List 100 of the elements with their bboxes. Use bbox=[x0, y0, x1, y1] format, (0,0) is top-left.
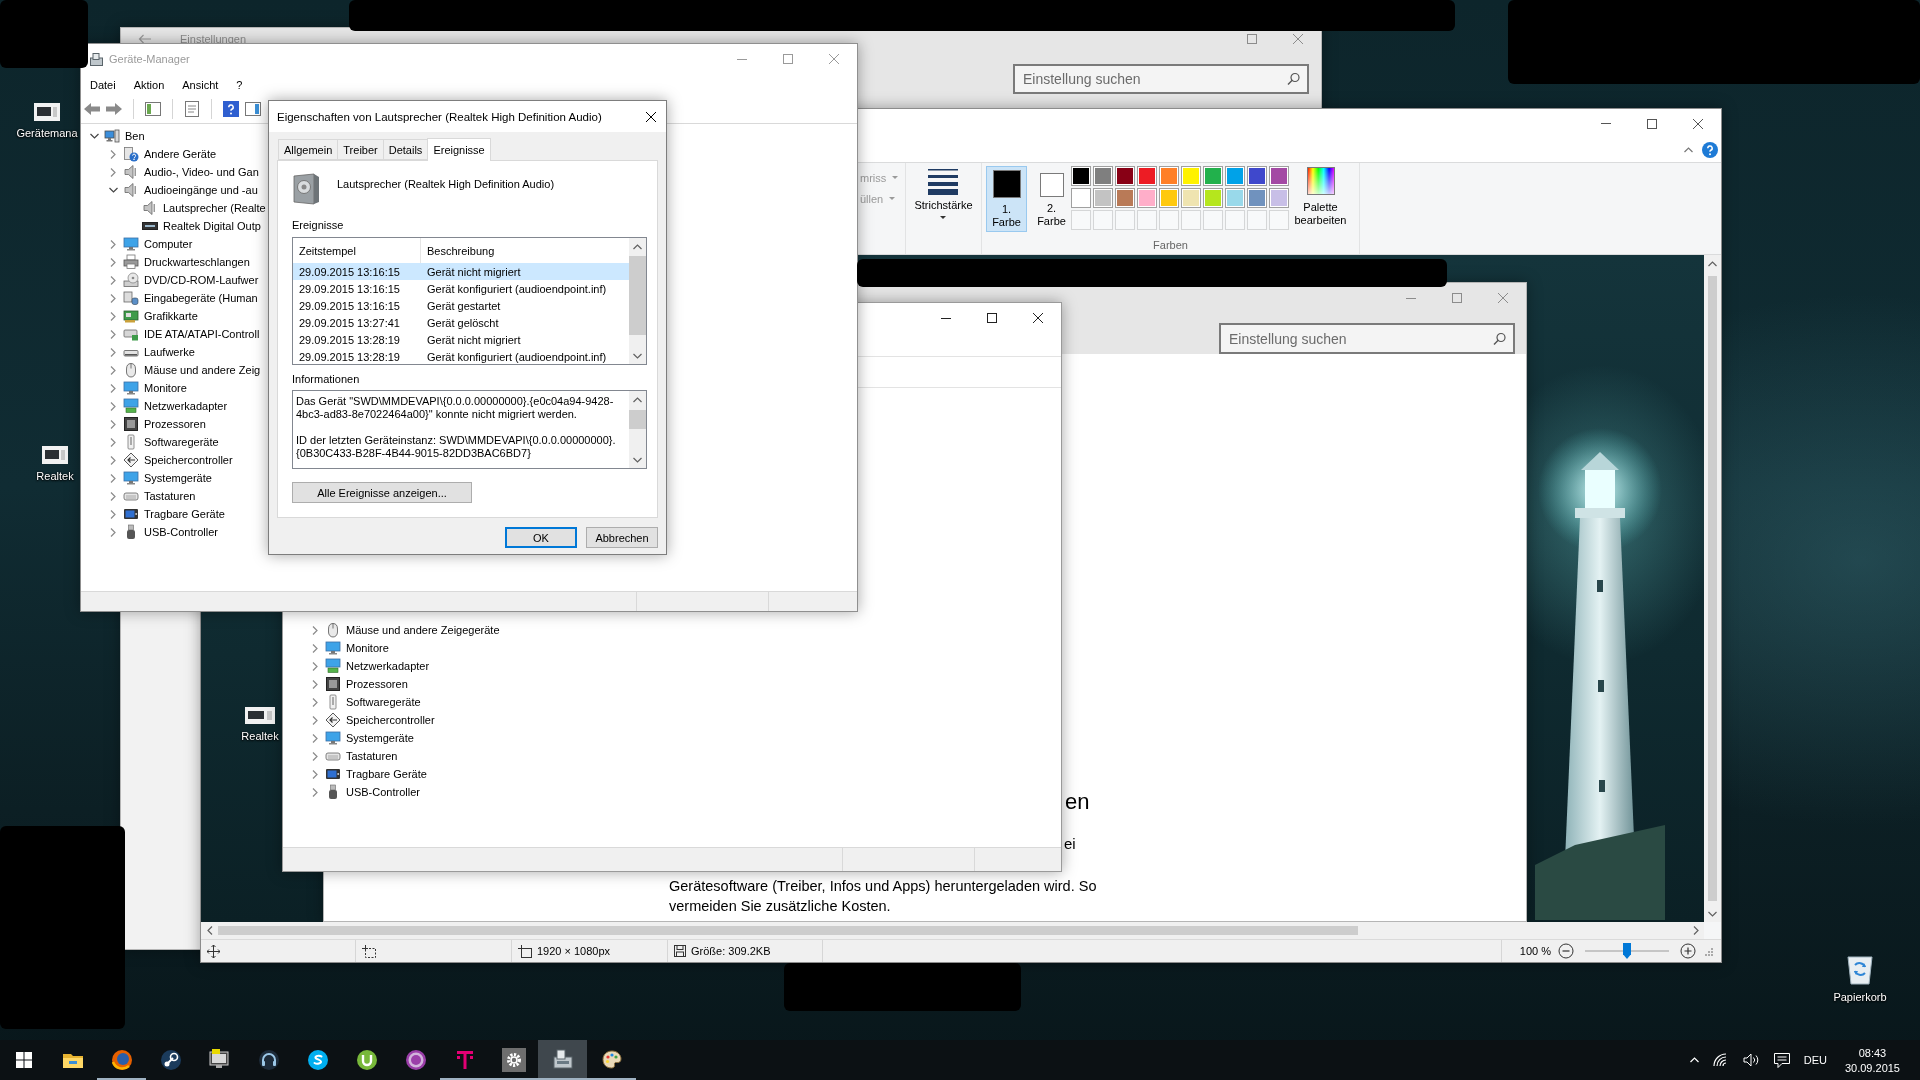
empty-color-slot[interactable] bbox=[1137, 210, 1157, 230]
tree-item[interactable]: Prozessoren bbox=[346, 678, 408, 690]
color-swatch-icon[interactable] bbox=[1137, 188, 1157, 208]
column-header[interactable]: Beschreibung bbox=[421, 238, 629, 263]
color-swatch-icon[interactable] bbox=[1247, 166, 1267, 186]
chevron-up-icon[interactable] bbox=[633, 396, 642, 403]
color-slot-button[interactable]: 1. Farbe bbox=[986, 166, 1027, 232]
color-swatch-icon[interactable] bbox=[1115, 166, 1135, 186]
tree-item[interactable]: Lautsprecher (Realte bbox=[163, 202, 266, 214]
zoom-out-icon[interactable] bbox=[1558, 943, 1574, 959]
menu-item[interactable]: ? bbox=[227, 74, 252, 95]
table-cell[interactable]: 29.09.2015 13:28:19 bbox=[293, 331, 421, 348]
table-cell[interactable]: 29.09.2015 13:16:15 bbox=[293, 297, 421, 314]
color-swatch-icon[interactable] bbox=[1137, 166, 1157, 186]
chevron-right-icon[interactable] bbox=[110, 257, 116, 267]
tree-item[interactable]: Softwaregeräte bbox=[144, 436, 219, 448]
tree-item[interactable]: Computer bbox=[144, 238, 193, 250]
table-cell[interactable]: Gerät gelöscht bbox=[421, 314, 629, 331]
chevron-right-icon[interactable] bbox=[312, 733, 318, 743]
color-swatch-icon[interactable] bbox=[1225, 188, 1245, 208]
tree-item[interactable]: Tastaturen bbox=[144, 490, 196, 502]
chevron-right-icon[interactable] bbox=[110, 401, 116, 411]
chevron-right-icon[interactable] bbox=[110, 149, 116, 159]
search-icon[interactable] bbox=[1287, 72, 1300, 86]
tree-item[interactable]: Netzwerkadapter bbox=[346, 660, 430, 672]
chevron-right-icon[interactable] bbox=[110, 275, 116, 285]
chevron-right-icon[interactable] bbox=[110, 473, 116, 483]
scrollbar-thumb[interactable] bbox=[629, 410, 646, 429]
tree-item[interactable]: Audio-, Video- und Gan bbox=[144, 166, 259, 178]
color-swatch-icon[interactable] bbox=[1247, 188, 1267, 208]
table-cell[interactable]: Gerät gestartet bbox=[421, 297, 629, 314]
input-language-button[interactable]: DEU bbox=[1801, 1040, 1829, 1080]
empty-color-slot[interactable] bbox=[1071, 210, 1091, 230]
tree-item[interactable]: Netzwerkadapter bbox=[144, 400, 228, 412]
color-swatch-icon[interactable] bbox=[1159, 188, 1179, 208]
chevron-right-icon[interactable] bbox=[312, 715, 318, 725]
tree-item[interactable]: USB-Controller bbox=[144, 526, 218, 538]
tree-item[interactable]: Monitore bbox=[144, 382, 187, 394]
chevron-right-icon[interactable] bbox=[110, 437, 116, 447]
empty-color-slot[interactable] bbox=[1269, 210, 1289, 230]
tree-item[interactable]: Tragbare Geräte bbox=[346, 768, 427, 780]
empty-color-slot[interactable] bbox=[1093, 210, 1113, 230]
dialog-button[interactable]: Abbrechen bbox=[586, 527, 658, 548]
chevron-right-icon[interactable] bbox=[110, 365, 116, 375]
chevron-right-icon[interactable] bbox=[110, 329, 116, 339]
chevron-left-icon[interactable] bbox=[206, 926, 213, 935]
tree-item[interactable]: Monitore bbox=[346, 642, 389, 654]
scrollbar-thumb[interactable] bbox=[629, 256, 646, 335]
table-cell[interactable]: 29.09.2015 13:27:41 bbox=[293, 314, 421, 331]
color-swatch-icon[interactable] bbox=[1115, 188, 1135, 208]
tree-item[interactable]: Grafikkarte bbox=[144, 310, 198, 322]
color-swatch-icon[interactable] bbox=[1203, 188, 1223, 208]
color-swatch-icon[interactable] bbox=[1071, 188, 1091, 208]
tree-item[interactable]: Tastaturen bbox=[346, 750, 398, 762]
chevron-right-icon[interactable] bbox=[110, 509, 116, 519]
tree-item[interactable]: Speichercontroller bbox=[346, 714, 435, 726]
tree-item[interactable]: Andere Geräte bbox=[144, 148, 217, 160]
table-cell[interactable]: 29.09.2015 13:16:15 bbox=[293, 263, 421, 280]
slider-thumb[interactable] bbox=[1623, 943, 1631, 959]
tree-item[interactable]: Mäuse und andere Zeig bbox=[144, 364, 261, 376]
chevron-right-icon[interactable] bbox=[312, 697, 318, 707]
tree-item[interactable]: USB-Controller bbox=[346, 786, 420, 798]
taskbar-app-button[interactable] bbox=[538, 1040, 587, 1080]
tree-item[interactable]: DVD/CD-ROM-Laufwer bbox=[144, 274, 259, 286]
color-swatch-icon[interactable] bbox=[1159, 166, 1179, 186]
search-icon[interactable] bbox=[1493, 332, 1506, 345]
device-icon[interactable] bbox=[34, 103, 60, 121]
chevron-right-icon[interactable] bbox=[110, 419, 116, 429]
chevron-right-icon[interactable] bbox=[110, 455, 116, 465]
table-cell[interactable]: Gerät konfiguriert (audioendpoint.inf) bbox=[421, 348, 629, 365]
chevron-right-icon[interactable] bbox=[110, 383, 116, 393]
tree-item[interactable]: Systemgeräte bbox=[346, 732, 414, 744]
chevron-right-icon[interactable] bbox=[110, 311, 116, 321]
edit-colors-button[interactable]: Palette bearbeiten bbox=[1291, 166, 1350, 227]
chevron-down-icon[interactable] bbox=[633, 456, 642, 463]
search-field[interactable]: Einstellung suchen bbox=[1219, 323, 1515, 354]
recycle-bin-icon[interactable] bbox=[1846, 953, 1874, 985]
color-swatch-icon[interactable] bbox=[1093, 188, 1113, 208]
table-cell[interactable]: Gerät konfiguriert (audioendpoint.inf) bbox=[421, 280, 629, 297]
back-arrow-icon[interactable] bbox=[138, 34, 151, 44]
tab[interactable]: Treiber bbox=[337, 139, 384, 160]
color-slot-button[interactable]: 2. Farbe bbox=[1034, 166, 1069, 232]
color-swatch-icon[interactable] bbox=[1225, 166, 1245, 186]
empty-color-slot[interactable] bbox=[1225, 210, 1245, 230]
chevron-right-icon[interactable] bbox=[312, 643, 318, 653]
chevron-up-icon[interactable] bbox=[1708, 260, 1717, 267]
chevron-down-icon[interactable] bbox=[108, 187, 118, 193]
tree-item[interactable]: Eingabegeräte (Human bbox=[144, 292, 258, 304]
chevron-right-icon[interactable] bbox=[110, 527, 116, 537]
chevron-right-icon[interactable] bbox=[110, 167, 116, 177]
chevron-right-icon[interactable] bbox=[312, 769, 318, 779]
color-swatch-icon[interactable] bbox=[1071, 166, 1091, 186]
color-swatch-icon[interactable] bbox=[1269, 188, 1289, 208]
tree-item[interactable]: Tragbare Geräte bbox=[144, 508, 225, 520]
menu-item[interactable]: Datei bbox=[81, 74, 125, 95]
chevron-right-icon[interactable] bbox=[110, 293, 116, 303]
tree-item[interactable]: Druckwarteschlangen bbox=[144, 256, 250, 268]
empty-color-slot[interactable] bbox=[1247, 210, 1267, 230]
tab[interactable]: Allgemein bbox=[278, 139, 339, 160]
tree-item[interactable]: Systemgeräte bbox=[144, 472, 212, 484]
